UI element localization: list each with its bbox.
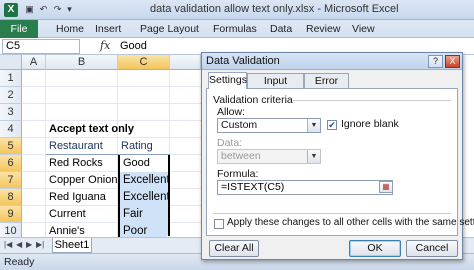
select-all-corner[interactable]: [0, 55, 22, 70]
save-icon[interactable]: ▣: [24, 4, 35, 15]
row-header-8[interactable]: 8: [0, 189, 22, 206]
row-header-6[interactable]: 6: [0, 155, 22, 172]
header-restaurant[interactable]: Restaurant: [46, 138, 118, 155]
formula-field[interactable]: =ISTEXT(C5): [217, 180, 393, 195]
row-header-5[interactable]: 5: [0, 138, 22, 155]
ignore-blank-label[interactable]: Ignore blank: [341, 118, 399, 130]
data-select: between ▼: [217, 149, 321, 164]
apply-all-label[interactable]: Apply these changes to all other cells w…: [227, 217, 474, 228]
rating-cell[interactable]: Fair: [120, 206, 168, 223]
first-sheet-icon[interactable]: |◀: [4, 240, 12, 249]
tab-view[interactable]: View: [352, 23, 375, 35]
tab-home[interactable]: Home: [56, 23, 84, 35]
row-header-4[interactable]: 4: [0, 121, 22, 138]
redo-icon[interactable]: ↷: [52, 4, 63, 15]
undo-icon[interactable]: ↶: [38, 4, 49, 15]
rating-cell-active[interactable]: Good: [120, 155, 168, 172]
column-header-c[interactable]: C: [118, 55, 170, 70]
allow-value: Custom: [221, 119, 258, 131]
close-button[interactable]: X: [445, 55, 460, 68]
gridline: [22, 103, 201, 104]
tab-review[interactable]: Review: [306, 23, 340, 35]
title-bar: X ▣ ↶ ↷ ▾ data validation allow text onl…: [0, 0, 474, 20]
name-box[interactable]: C5: [2, 39, 80, 54]
criteria-label: Validation criteria: [213, 94, 293, 106]
allow-label: Allow:: [217, 106, 246, 118]
status-text: Ready: [4, 256, 35, 268]
apply-all-checkbox[interactable]: [214, 219, 224, 229]
insert-function-icon[interactable]: fx: [100, 39, 110, 52]
range-select-icon[interactable]: ▦: [379, 181, 393, 193]
data-value: between: [221, 150, 261, 162]
ribbon-tabs: File Home Insert Page Layout Formulas Da…: [0, 20, 474, 38]
next-sheet-icon[interactable]: ▶: [26, 240, 32, 249]
tab-formulas[interactable]: Formulas: [213, 23, 257, 35]
sheet-title[interactable]: Accept text only: [46, 121, 156, 138]
restaurant-cell[interactable]: Current: [46, 206, 118, 223]
chevron-down-icon: ▼: [307, 150, 320, 163]
tab-input-message[interactable]: Input Message: [247, 73, 304, 102]
data-label: Data:: [217, 137, 243, 149]
column-header-b[interactable]: B: [46, 55, 118, 70]
settings-panel: Validation criteria Allow: Custom ▼ ✔ Ig…: [206, 88, 474, 236]
dialog-title-bar[interactable]: Data Validation ? X: [202, 53, 462, 70]
column-header-d[interactable]: [170, 55, 201, 70]
ignore-blank-checkbox[interactable]: ✔: [327, 120, 337, 130]
row-header-3[interactable]: 3: [0, 104, 22, 121]
tab-file[interactable]: File: [0, 20, 38, 38]
qat-dropdown-icon[interactable]: ▾: [64, 4, 75, 15]
tab-page-layout[interactable]: Page Layout: [140, 23, 199, 35]
help-button[interactable]: ?: [428, 55, 443, 68]
column-header-a[interactable]: A: [22, 55, 46, 70]
restaurant-cell[interactable]: Copper Onion: [46, 172, 118, 189]
sheet-tab-sheet1[interactable]: Sheet1: [52, 238, 92, 253]
row-header-1[interactable]: 1: [0, 70, 22, 87]
restaurant-cell[interactable]: Red Rocks: [46, 155, 118, 172]
data-validation-dialog: Data Validation ? X Settings Input Messa…: [201, 52, 474, 260]
chevron-down-icon[interactable]: ▼: [307, 119, 320, 132]
last-sheet-icon[interactable]: ▶|: [36, 240, 44, 249]
row-header-7[interactable]: 7: [0, 172, 22, 189]
excel-logo-icon[interactable]: X: [4, 3, 18, 17]
dialog-title: Data Validation: [206, 55, 280, 67]
prev-sheet-icon[interactable]: ◀: [16, 240, 22, 249]
gridline: [22, 86, 201, 87]
ok-button[interactable]: OK: [349, 240, 401, 257]
tab-insert[interactable]: Insert: [95, 23, 121, 35]
cancel-button[interactable]: Cancel: [406, 240, 458, 257]
formula-label: Formula:: [217, 168, 259, 180]
tab-error-alert[interactable]: Error Alert: [304, 73, 349, 102]
formula-input[interactable]: Good: [120, 40, 147, 52]
rating-cell[interactable]: Poor: [120, 223, 168, 238]
rating-cell[interactable]: Excellent: [120, 189, 170, 206]
row-header-9[interactable]: 9: [0, 206, 22, 223]
clear-all-button[interactable]: Clear All: [209, 240, 259, 257]
rating-cell[interactable]: Excellent: [120, 172, 170, 189]
header-rating[interactable]: Rating: [118, 138, 170, 155]
allow-select[interactable]: Custom ▼: [217, 118, 321, 133]
tab-settings[interactable]: Settings: [208, 72, 247, 89]
divider: [293, 100, 451, 101]
restaurant-cell[interactable]: Red Iguana: [46, 189, 118, 206]
window-title: data validation allow text only.xlsx - M…: [150, 3, 399, 15]
tab-data[interactable]: Data: [270, 23, 292, 35]
divider: [213, 213, 451, 214]
row-header-2[interactable]: 2: [0, 87, 22, 104]
